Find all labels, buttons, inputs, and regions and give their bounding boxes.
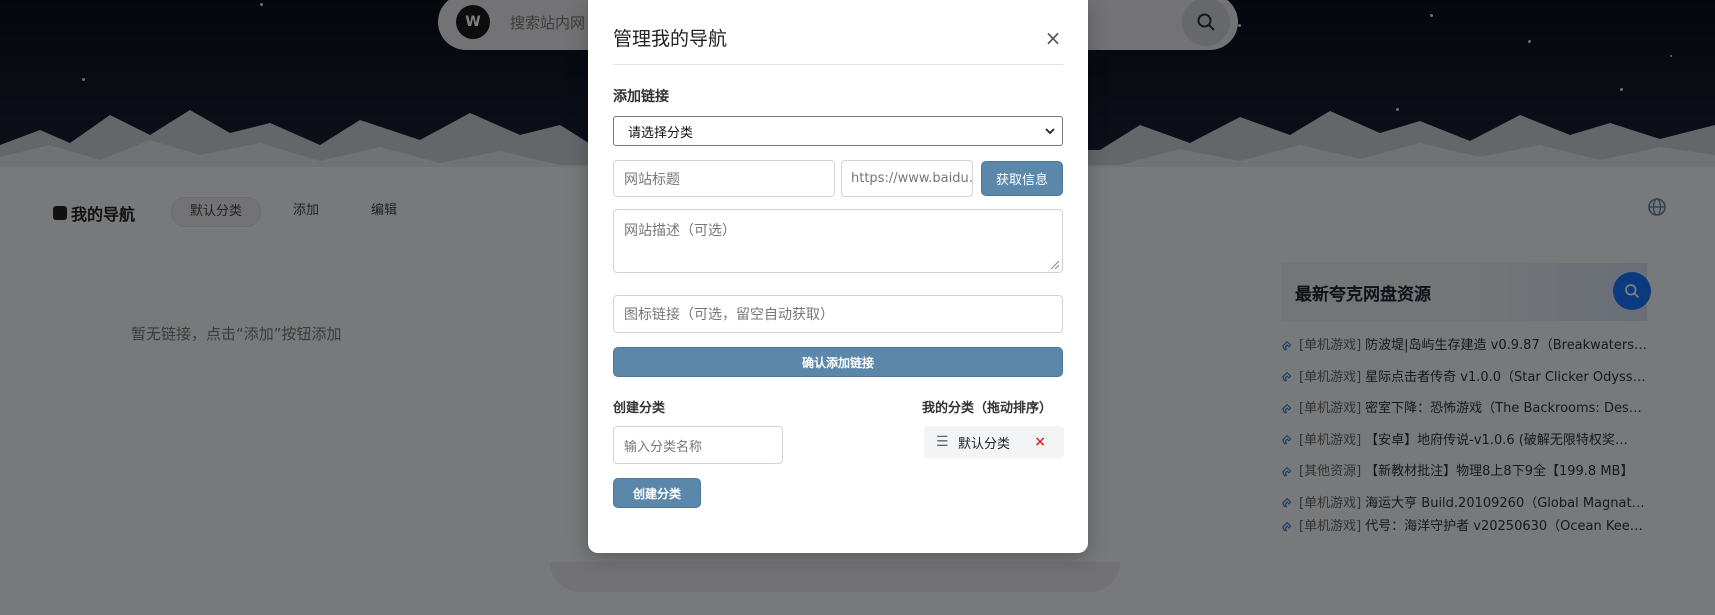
add-link-label: 添加链接 (613, 89, 669, 105)
category-select[interactable]: 请选择分类 (613, 116, 1063, 146)
create-category-label: 创建分类 (613, 401, 666, 416)
description-placeholder: 网站描述（可选） (624, 223, 736, 239)
icon-url-input[interactable]: 图标链接（可选，留空自动获取） (613, 295, 1063, 333)
site-url-input[interactable]: https://www.baidu.c (841, 160, 973, 197)
site-description-textarea[interactable]: 网站描述（可选） (613, 209, 1063, 273)
confirm-add-link-button[interactable]: 确认添加链接 (613, 347, 1063, 377)
remove-category-icon[interactable]: × (1034, 434, 1046, 450)
chevron-down-icon (1045, 128, 1055, 135)
drag-handle-icon[interactable]: ☰ (936, 434, 950, 450)
manage-navigation-modal: 管理我的导航 × 添加链接 请选择分类 网站标题 https://www.bai… (588, 0, 1088, 553)
category-chip[interactable]: ☰ 默认分类 × (924, 426, 1064, 458)
create-category-button[interactable]: 创建分类 (613, 478, 701, 508)
category-chip-label: 默认分类 (958, 436, 1011, 452)
fetch-info-button[interactable]: 获取信息 (981, 161, 1063, 196)
close-icon[interactable]: × (1043, 28, 1063, 48)
site-title-input[interactable]: 网站标题 (613, 160, 835, 197)
resize-grip-icon[interactable] (1051, 261, 1059, 269)
category-select-value: 请选择分类 (628, 125, 694, 141)
modal-divider (613, 64, 1063, 65)
category-name-input[interactable]: 输入分类名称 (613, 426, 783, 464)
my-categories-label: 我的分类（拖动排序） (922, 401, 1053, 416)
modal-title: 管理我的导航 (613, 28, 728, 50)
